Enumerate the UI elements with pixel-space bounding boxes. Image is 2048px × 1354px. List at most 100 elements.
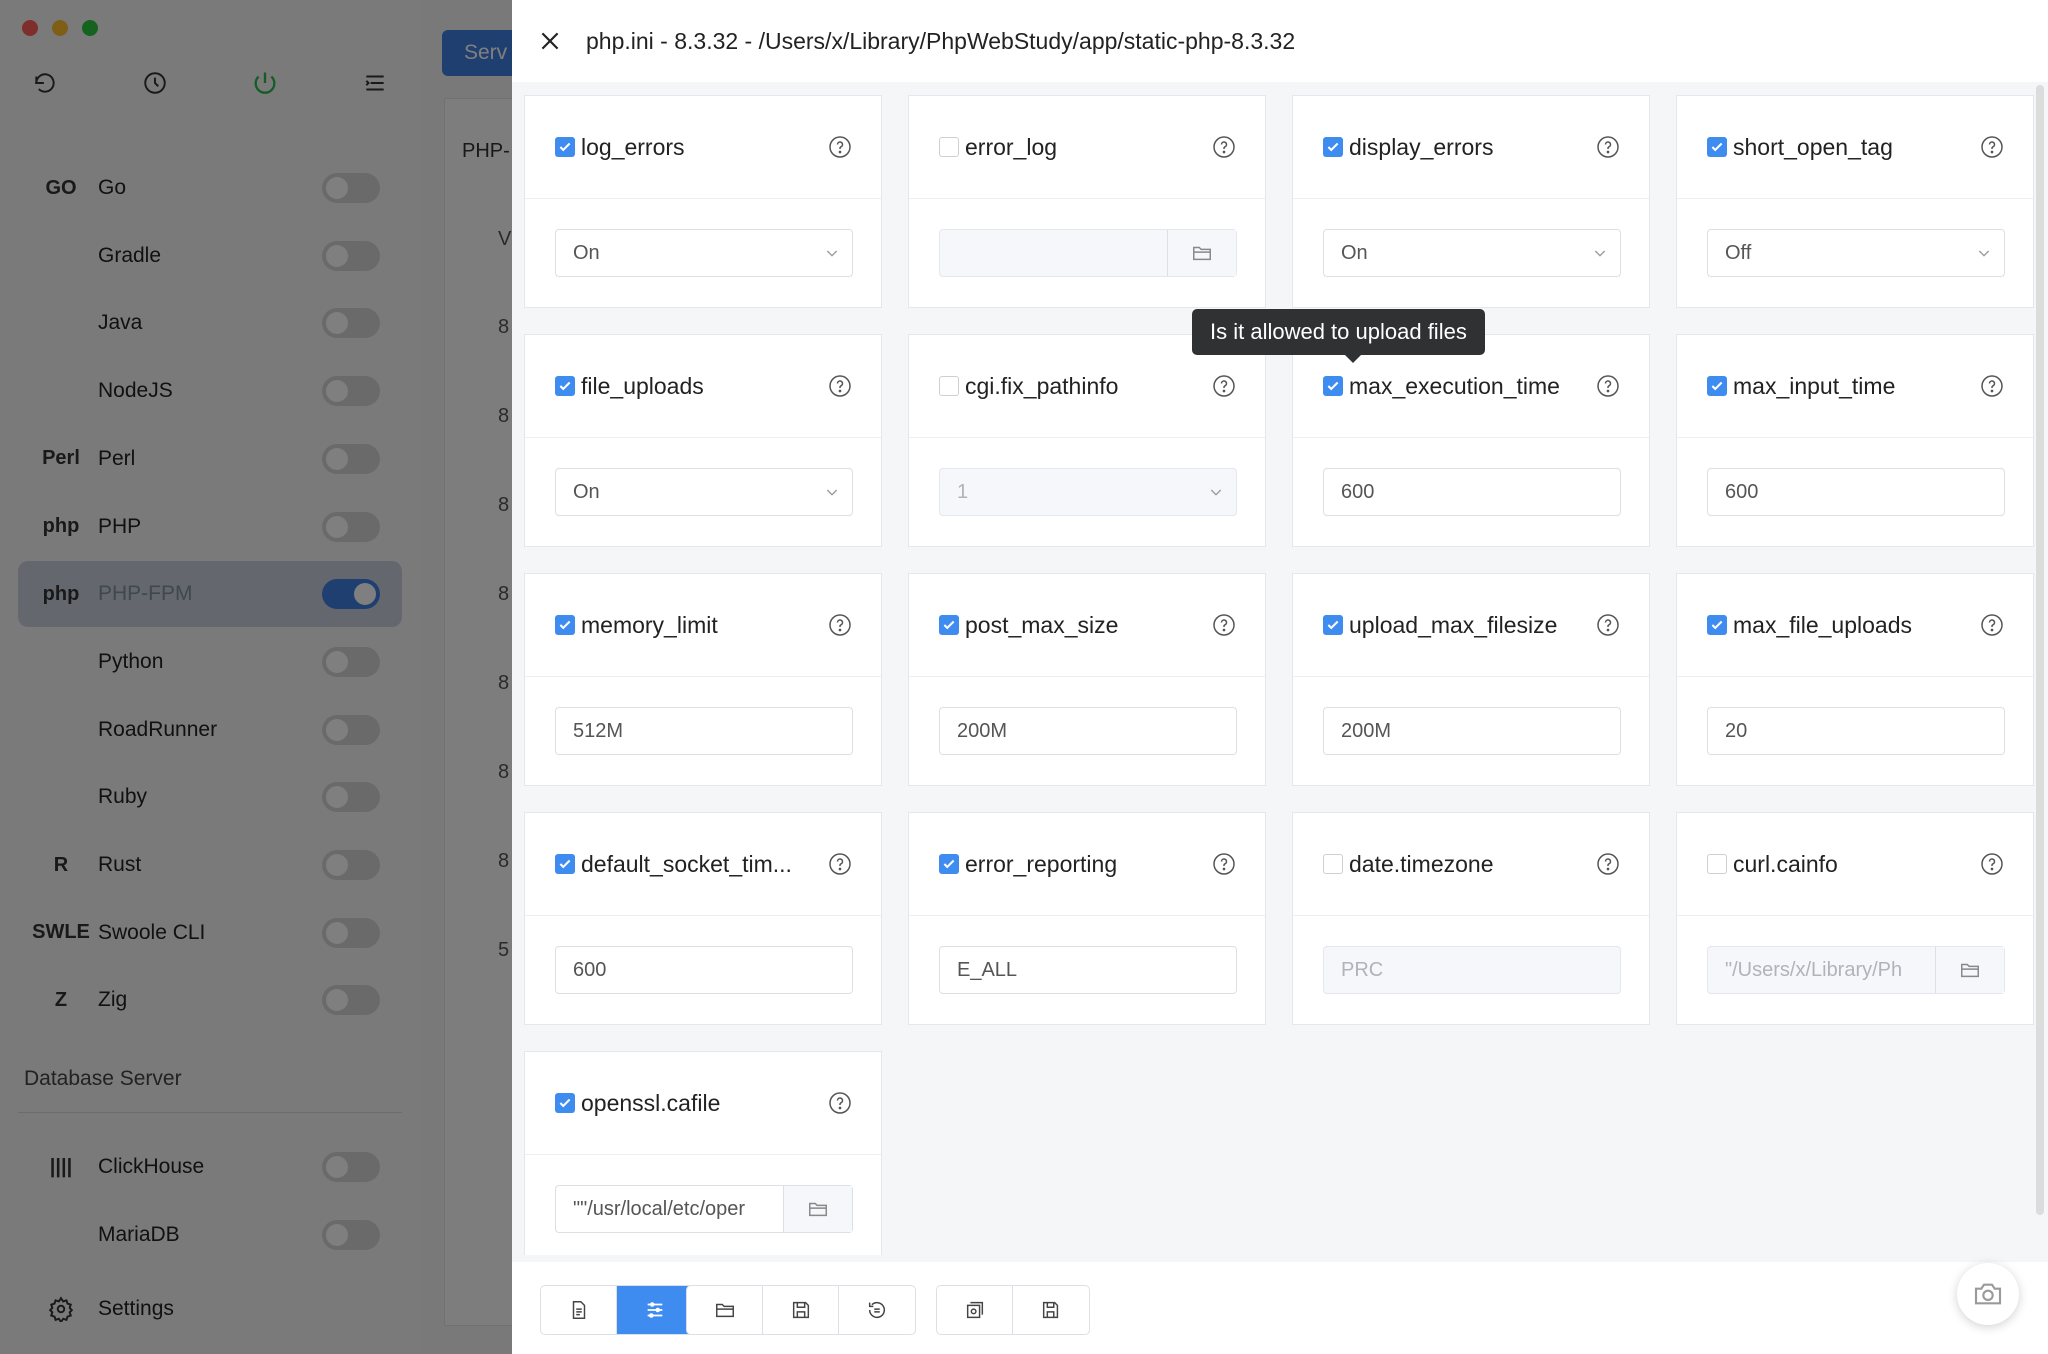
folder-icon[interactable]: [1167, 230, 1236, 276]
help-icon[interactable]: [1595, 612, 1621, 638]
setting-select[interactable]: 1: [939, 468, 1237, 516]
enable-checkbox[interactable]: [939, 615, 959, 635]
setting-file-input[interactable]: "/Users/x/Library/Ph: [1707, 946, 2005, 994]
setting-value: 600: [1725, 480, 1759, 503]
setting-value: Off: [1725, 241, 1752, 264]
setting-input[interactable]: 200M: [939, 707, 1237, 755]
enable-checkbox[interactable]: [939, 854, 959, 874]
setting-name: default_socket_tim...: [581, 850, 792, 877]
enable-checkbox[interactable]: [1323, 615, 1343, 635]
setting-input[interactable]: 20: [1707, 707, 2005, 755]
help-icon[interactable]: [1595, 373, 1621, 399]
enable-checkbox[interactable]: [1707, 854, 1727, 874]
enable-checkbox[interactable]: [555, 615, 575, 635]
save-as-button[interactable]: [1013, 1286, 1089, 1334]
setting-name: max_input_time: [1733, 372, 1896, 399]
setting-file-input[interactable]: ""/usr/local/etc/oper: [555, 1185, 853, 1233]
setting-select[interactable]: On: [555, 229, 853, 277]
save-button[interactable]: [763, 1286, 839, 1334]
setting-select[interactable]: Off: [1707, 229, 2005, 277]
help-icon[interactable]: [827, 134, 853, 160]
help-icon[interactable]: [1211, 851, 1237, 877]
setting-header: curl.cainfo: [1677, 813, 2033, 916]
setting-header: log_errors: [525, 96, 881, 199]
enable-checkbox[interactable]: [1323, 376, 1343, 396]
setting-select[interactable]: On: [1323, 229, 1621, 277]
setting-input[interactable]: 600: [1707, 468, 2005, 516]
file-text-button[interactable]: [541, 1286, 617, 1334]
restore-icon: [966, 1301, 983, 1319]
help-icon[interactable]: [1211, 134, 1237, 160]
folder-icon[interactable]: [1935, 947, 2004, 993]
help-icon[interactable]: [1979, 851, 2005, 877]
help-icon[interactable]: [1979, 612, 2005, 638]
enable-checkbox[interactable]: [939, 137, 959, 157]
enable-checkbox[interactable]: [555, 376, 575, 396]
help-icon[interactable]: [1595, 134, 1621, 160]
setting-header: display_errors: [1293, 96, 1649, 199]
setting-card-upload-max-filesize: upload_max_filesize 200M: [1292, 573, 1650, 786]
help-icon[interactable]: [1979, 373, 2005, 399]
setting-input[interactable]: 600: [555, 946, 853, 994]
setting-header: error_reporting: [909, 813, 1265, 916]
setting-card-curl-cainfo: curl.cainfo "/Users/x/Library/Ph: [1676, 812, 2034, 1025]
drawer-title: php.ini - 8.3.32 - /Users/x/Library/PhpW…: [586, 27, 1296, 54]
setting-value: On: [573, 480, 600, 503]
folder-icon[interactable]: [783, 1186, 852, 1232]
setting-file-input[interactable]: [939, 229, 1237, 277]
setting-name: display_errors: [1349, 133, 1494, 160]
sliders-button[interactable]: [617, 1286, 693, 1334]
help-icon[interactable]: [827, 373, 853, 399]
help-icon[interactable]: [1211, 612, 1237, 638]
enable-checkbox[interactable]: [1323, 137, 1343, 157]
setting-card-default-socket-tim: default_socket_tim... 600: [524, 812, 882, 1025]
help-icon[interactable]: [827, 612, 853, 638]
setting-value: On: [1341, 241, 1368, 264]
setting-input[interactable]: 200M: [1323, 707, 1621, 755]
close-icon[interactable]: [532, 23, 568, 59]
setting-name: short_open_tag: [1733, 133, 1893, 160]
enable-checkbox[interactable]: [1707, 376, 1727, 396]
open-folder-button[interactable]: [687, 1286, 763, 1334]
help-icon[interactable]: [1595, 851, 1621, 877]
folder-open-icon: [715, 1303, 734, 1318]
save-as-icon: [1042, 1301, 1059, 1319]
setting-value: 20: [1725, 719, 1748, 742]
setting-value: 200M: [957, 719, 1008, 742]
setting-value: "/Users/x/Library/Ph: [1725, 958, 1903, 981]
help-icon[interactable]: [1211, 373, 1237, 399]
setting-select[interactable]: On: [555, 468, 853, 516]
restore-button[interactable]: [937, 1286, 1013, 1334]
tooltip: Is it allowed to upload files: [1192, 309, 1485, 363]
enable-checkbox[interactable]: [555, 137, 575, 157]
setting-card-max-file-uploads: max_file_uploads 20: [1676, 573, 2034, 786]
setting-value: PRC: [1341, 958, 1384, 981]
drawer-header: php.ini - 8.3.32 - /Users/x/Library/PhpW…: [512, 0, 2048, 82]
drawer-scrollbar[interactable]: [2036, 85, 2044, 1215]
enable-checkbox[interactable]: [1707, 615, 1727, 635]
setting-name: post_max_size: [965, 611, 1119, 638]
setting-card-display-errors: display_errors On: [1292, 95, 1650, 308]
history-button[interactable]: [839, 1286, 915, 1334]
help-icon[interactable]: [827, 1090, 853, 1116]
enable-checkbox[interactable]: [939, 376, 959, 396]
enable-checkbox[interactable]: [1707, 137, 1727, 157]
setting-header: max_file_uploads: [1677, 574, 2033, 677]
help-icon[interactable]: [1979, 134, 2005, 160]
chevron-down-icon: [1964, 245, 2004, 261]
screenshot-button[interactable]: [1957, 1263, 2019, 1325]
setting-input[interactable]: 600: [1323, 468, 1621, 516]
enable-checkbox[interactable]: [555, 1093, 575, 1113]
setting-header: date.timezone: [1293, 813, 1649, 916]
enable-checkbox[interactable]: [555, 854, 575, 874]
setting-header: default_socket_tim...: [525, 813, 881, 916]
enable-checkbox[interactable]: [1323, 854, 1343, 874]
setting-input[interactable]: E_ALL: [939, 946, 1237, 994]
setting-value: E_ALL: [957, 958, 1018, 981]
setting-card-post-max-size: post_max_size 200M: [908, 573, 1266, 786]
camera-icon: [1974, 1283, 2002, 1305]
help-icon[interactable]: [827, 851, 853, 877]
setting-card-error-log: error_log: [908, 95, 1266, 308]
setting-input[interactable]: 512M: [555, 707, 853, 755]
setting-input[interactable]: PRC: [1323, 946, 1621, 994]
